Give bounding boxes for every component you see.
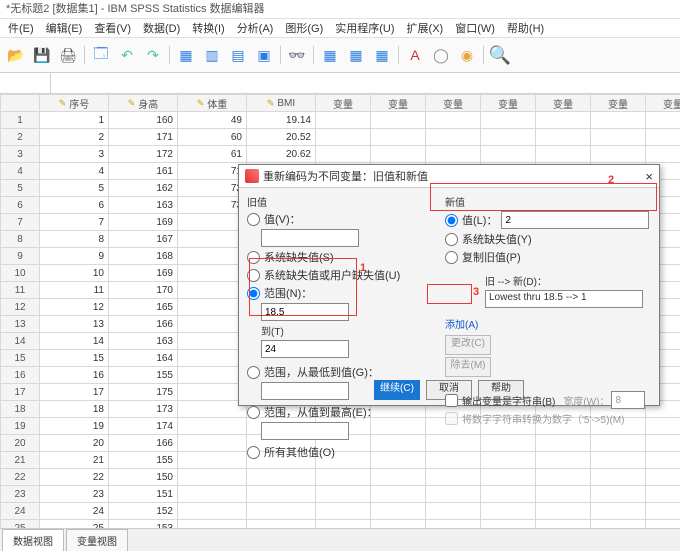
menu-analyze[interactable]: 分析(A) xyxy=(231,20,280,36)
menu-graphs[interactable]: 图形(G) xyxy=(279,20,329,36)
range-low-input[interactable] xyxy=(261,382,349,400)
sys-missing-radio[interactable] xyxy=(247,251,260,264)
new-value-group: 新值 xyxy=(445,194,651,209)
sys-user-missing-radio[interactable] xyxy=(247,269,260,282)
name-box[interactable] xyxy=(0,73,51,93)
copy-old-radio[interactable] xyxy=(445,251,458,264)
print-icon[interactable]: 🖨 xyxy=(58,45,78,65)
all-other-radio[interactable] xyxy=(247,446,260,459)
separator xyxy=(398,46,399,64)
menu-ext[interactable]: 扩展(X) xyxy=(401,20,450,36)
window-title: *无标题2 [数据集1] - IBM SPSS Statistics 数据编辑器 xyxy=(0,0,680,19)
sys-missing-label: 系统缺失值(S) xyxy=(264,249,334,265)
dialog-titlebar: 重新编码为不同变量：旧值和新值 × xyxy=(239,165,659,188)
range-radio[interactable] xyxy=(247,287,260,300)
new-value-radio[interactable] xyxy=(445,214,458,227)
add-button[interactable]: 添加(A) xyxy=(445,320,478,331)
separator xyxy=(313,46,314,64)
select-icon[interactable]: ▦ xyxy=(372,45,392,65)
view-tabs: 数据视图 变量视图 xyxy=(0,528,680,551)
weight-icon[interactable]: ▦ xyxy=(346,45,366,65)
new-value-label: 值(L)： xyxy=(462,212,497,228)
menu-edit[interactable]: 编辑(E) xyxy=(40,20,89,36)
redo-icon[interactable]: ↷ xyxy=(143,45,163,65)
menu-data[interactable]: 数据(D) xyxy=(137,20,186,36)
remove-button[interactable]: 除去(M) xyxy=(445,357,491,377)
binoculars-icon[interactable]: 👓 xyxy=(287,45,307,65)
output-string-check[interactable] xyxy=(445,394,458,407)
tab-data-view[interactable]: 数据视图 xyxy=(2,529,64,551)
new-sys-missing-label: 系统缺失值(Y) xyxy=(462,231,532,247)
annotation-label-2: 2 xyxy=(608,174,614,186)
separator xyxy=(280,46,281,64)
undo-icon[interactable]: ↶ xyxy=(117,45,137,65)
new-value-input[interactable] xyxy=(501,211,649,229)
range-label: 范围(N)： xyxy=(264,285,312,301)
vars-icon[interactable]: ▥ xyxy=(202,45,222,65)
label-icon[interactable]: A xyxy=(405,45,425,65)
range-low-radio[interactable] xyxy=(247,366,260,379)
range-high-radio[interactable] xyxy=(247,406,260,419)
annotation-label-1: 1 xyxy=(360,262,366,274)
output-string-label: 输出变量是字符串(B) xyxy=(462,393,555,408)
menu-window[interactable]: 窗口(W) xyxy=(449,20,501,36)
separator xyxy=(84,46,85,64)
range-high-label: 范围，从值到最高(E)： xyxy=(264,404,378,420)
range-from-input[interactable] xyxy=(261,303,349,321)
new-sys-missing-radio[interactable] xyxy=(445,233,458,246)
split-icon[interactable]: ▦ xyxy=(320,45,340,65)
width-input xyxy=(611,391,645,409)
close-icon[interactable]: × xyxy=(645,169,653,184)
search-icon[interactable]: 🔍 xyxy=(490,45,510,65)
tab-variable-view[interactable]: 变量视图 xyxy=(66,529,128,551)
convert-check xyxy=(445,412,458,425)
insert-icon[interactable]: ▣ xyxy=(254,45,274,65)
width-label: 宽度(W)： xyxy=(563,393,609,408)
change-button[interactable]: 更改(C) xyxy=(445,335,491,355)
separator xyxy=(483,46,484,64)
formula-bar xyxy=(0,73,680,94)
range-high-input[interactable] xyxy=(261,422,349,440)
dialog-title: 重新编码为不同变量：旧值和新值 xyxy=(263,168,428,184)
dialog-icon xyxy=(245,169,259,183)
menu-file[interactable]: 件(E) xyxy=(2,20,40,36)
save-icon[interactable]: 💾 xyxy=(32,45,52,65)
menu-util[interactable]: 实用程序(U) xyxy=(329,20,400,36)
old-value-label: 值(V)： xyxy=(264,211,301,227)
separator xyxy=(169,46,170,64)
menu-transform[interactable]: 转换(I) xyxy=(186,20,230,36)
menu-help[interactable]: 帮助(H) xyxy=(501,20,550,36)
all-other-label: 所有其他值(O) xyxy=(264,444,335,460)
copy-old-label: 复制旧值(P) xyxy=(462,249,521,265)
range-to-label: 到(T) xyxy=(261,323,437,338)
old-value-group: 旧值 xyxy=(247,194,437,209)
old-value-radio[interactable] xyxy=(247,213,260,226)
find-icon[interactable]: ▤ xyxy=(228,45,248,65)
annotation-label-3: 3 xyxy=(473,286,479,298)
value-icon[interactable]: ◯ xyxy=(431,45,451,65)
recall-icon[interactable]: 🗔 xyxy=(91,45,111,65)
old-new-list[interactable]: Lowest thru 18.5 --> 1 xyxy=(485,290,643,308)
target-icon[interactable]: ◉ xyxy=(457,45,477,65)
range-low-label: 范围，从最低到值(G)： xyxy=(264,364,379,380)
sys-user-missing-label: 系统缺失值或用户缺失值(U) xyxy=(264,267,400,283)
old-new-label: 旧 --> 新(D)： xyxy=(485,273,651,288)
open-icon[interactable]: 📂 xyxy=(6,45,26,65)
convert-label: 将数字字符串转换为数字（'5'->5)(M) xyxy=(462,411,624,426)
goto-icon[interactable]: ▦ xyxy=(176,45,196,65)
toolbar: 📂 💾 🖨 🗔 ↶ ↷ ▦ ▥ ▤ ▣ 👓 ▦ ▦ ▦ A ◯ ◉ 🔍 xyxy=(0,38,680,73)
recode-dialog: 重新编码为不同变量：旧值和新值 × 旧值 值(V)： 系统缺失值(S) 系统缺失… xyxy=(238,164,660,406)
menu-bar: 件(E) 编辑(E) 查看(V) 数据(D) 转换(I) 分析(A) 图形(G)… xyxy=(0,19,680,38)
menu-view[interactable]: 查看(V) xyxy=(88,20,137,36)
range-to-input[interactable] xyxy=(261,340,349,358)
old-value-input[interactable] xyxy=(261,229,359,247)
